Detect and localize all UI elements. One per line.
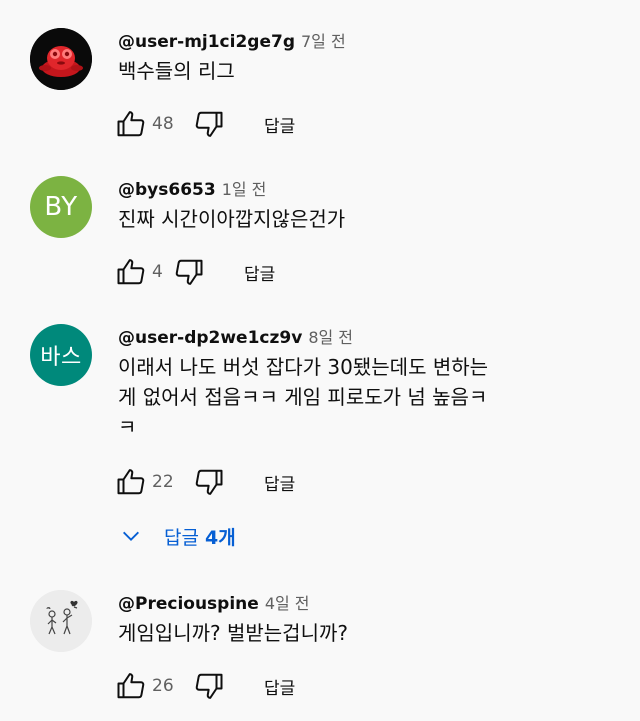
comment-header: @user-mj1ci2ge7g 7일 전 [118,28,346,52]
chevron-down-icon [123,531,139,541]
dislike-button[interactable] [172,255,206,289]
like-button[interactable] [114,107,148,141]
comment-actions: 4 답글 [114,254,275,290]
comment-time[interactable]: 8일 전 [308,328,353,347]
like-count: 4 [152,262,163,282]
thumbs-up-icon [117,259,145,285]
comment-time[interactable]: 4일 전 [265,594,310,613]
thumbs-up-icon [117,673,145,699]
red-blob-character-icon [30,28,92,90]
avatar[interactable] [30,590,92,652]
comment-header: @user-dp2we1cz9v 8일 전 [118,324,353,348]
comment-text: 진짜 시간이아깝지않은건가 [118,207,346,231]
comment-author[interactable]: @Preciouspine [118,594,259,614]
comment-time[interactable]: 1일 전 [222,180,267,199]
like-button[interactable] [114,465,148,499]
dislike-button[interactable] [192,465,226,499]
avatar[interactable]: BY [30,176,92,238]
comment-actions: 26 답글 [114,668,295,704]
dislike-button[interactable] [192,669,226,703]
like-button[interactable] [114,669,148,703]
like-count: 48 [152,114,174,134]
comment-text: 게임입니까? 벌받는겁니까? [118,621,348,645]
thumbs-down-icon [195,673,223,699]
thumbs-down-icon [195,111,223,137]
reply-button[interactable]: 답글 [264,470,295,495]
reply-button[interactable]: 답글 [264,112,295,137]
comment-author[interactable]: @user-mj1ci2ge7g [118,32,295,52]
thumbs-down-icon [175,259,203,285]
show-replies-button[interactable]: 답글 4개 [120,520,236,552]
comment-author[interactable]: @bys6653 [118,180,216,200]
thumbs-up-icon [117,111,145,137]
thumbs-down-icon [195,469,223,495]
comment-actions: 22 답글 [114,464,295,500]
like-count: 26 [152,676,174,696]
reply-button[interactable]: 답글 [264,674,295,699]
thumbs-up-icon [117,469,145,495]
comment-text: 이래서 나도 버섯 잡다가 30됐는데도 변하는 게 없어서 접음ㅋㅋ 게임 피… [118,355,489,439]
comment-time[interactable]: 7일 전 [301,32,346,51]
comment-author[interactable]: @user-dp2we1cz9v [118,328,302,348]
replies-label: 답글 4개 [164,523,236,550]
comment-header: @Preciouspine 4일 전 [118,590,310,614]
comment-actions: 48 답글 [114,106,295,142]
avatar[interactable] [30,28,92,90]
dislike-button[interactable] [192,107,226,141]
comment-header: @bys6653 1일 전 [118,176,266,200]
replies-label-text: 답글 [164,526,205,549]
stick-figures-sketch-icon [30,590,92,652]
replies-count: 4개 [205,526,236,549]
like-count: 22 [152,472,174,492]
avatar[interactable]: 바스 [30,324,92,386]
like-button[interactable] [114,255,148,289]
comment-text: 백수들의 리그 [118,59,235,83]
avatar-initials: 바스 [40,345,82,370]
avatar-initials: BY [44,192,78,222]
reply-button[interactable]: 답글 [244,260,275,285]
